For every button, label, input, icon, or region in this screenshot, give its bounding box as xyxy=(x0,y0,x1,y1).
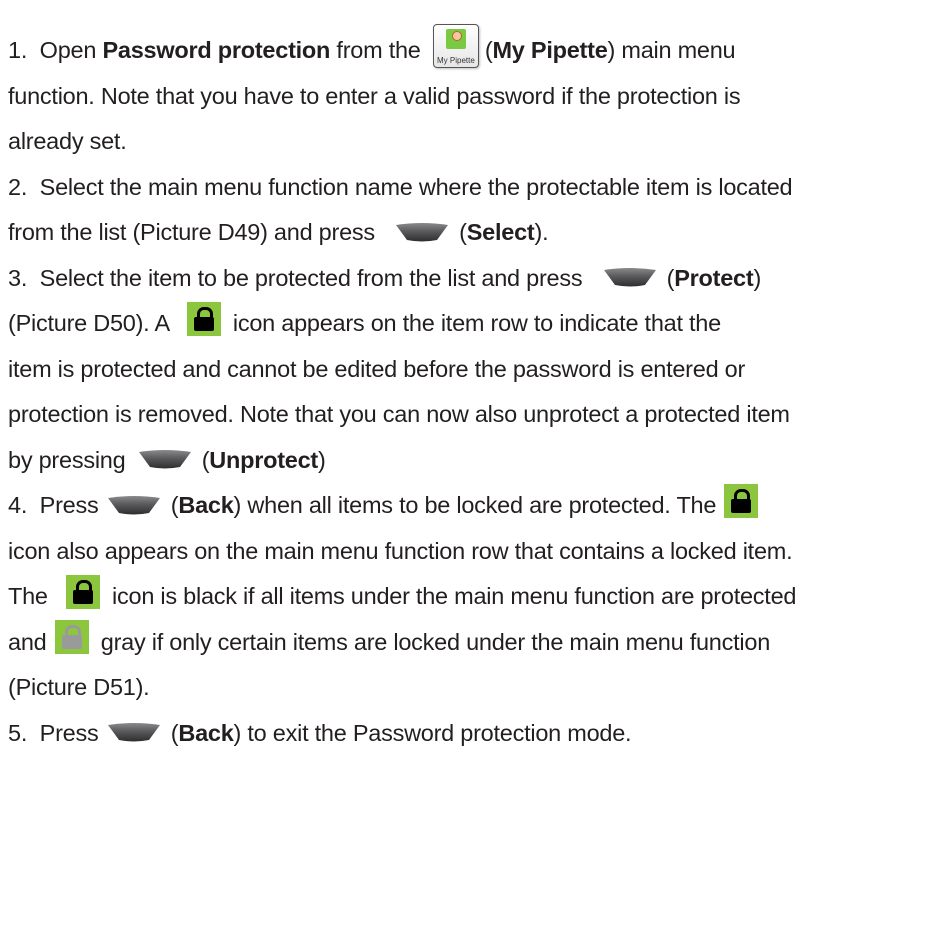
instructions: 1. Open Password protection from the My … xyxy=(0,0,931,756)
step-3-number: 3. xyxy=(8,264,28,291)
step-4-line-5: (Picture D51). xyxy=(8,674,150,700)
softkey-icon xyxy=(603,268,656,287)
protect-term: Protect xyxy=(674,264,754,291)
step-4-line-1: 4. Press (Back) when all items to be loc… xyxy=(8,483,921,529)
step-3-line-5: by pressing (Unprotect) xyxy=(8,446,326,473)
lock-icon xyxy=(66,574,101,609)
step-4-number: 4. xyxy=(8,492,28,518)
my-pipette-icon: My Pipette xyxy=(432,23,479,68)
select-term: Select xyxy=(466,219,535,245)
step-4-line-2: icon also appears on the main menu funct… xyxy=(8,537,793,564)
step-1-line-3: already set. xyxy=(8,128,127,154)
back-softkey-icon xyxy=(107,723,160,742)
lock-icon xyxy=(186,301,221,336)
gray-lock-icon xyxy=(54,620,89,655)
my-pipette-term: My Pipette xyxy=(492,37,608,63)
step-3-line-2: (Picture D50). A icon appears on the ite… xyxy=(8,301,921,347)
softkey-icon xyxy=(138,450,191,469)
step-1-line-2: function. Note that you have to enter a … xyxy=(8,82,741,109)
step-3-line-1: 3. Select the item to be protected from … xyxy=(8,264,762,291)
back-term: Back xyxy=(178,492,234,518)
unprotect-term: Unprotect xyxy=(209,446,319,473)
lock-icon xyxy=(724,483,759,518)
step-2-number: 2. xyxy=(8,173,28,200)
step-3-line-4: protection is removed. Note that you can… xyxy=(8,401,790,427)
password-protection-term: Password protection xyxy=(102,37,331,63)
step-4-line-3: The icon is black if all items under the… xyxy=(8,574,921,620)
step-4-line-4: and gray if only certain items are locke… xyxy=(8,620,921,666)
step-2-line-2: from the list (Picture D49) and press (S… xyxy=(8,219,549,245)
step-5-line-1: 5. Press (Back) to exit the Password pro… xyxy=(8,719,632,746)
step-1-number: 1. xyxy=(8,37,28,63)
step-1-line-1: 1. Open Password protection from the My … xyxy=(8,23,921,74)
back-softkey-icon xyxy=(107,495,160,515)
back-term: Back xyxy=(178,719,234,746)
step-5-number: 5. xyxy=(8,719,28,746)
step-2-line-1: 2. Select the main menu function name wh… xyxy=(8,173,793,200)
softkey-icon xyxy=(396,222,449,242)
step-3-line-3: item is protected and cannot be edited b… xyxy=(8,355,746,382)
